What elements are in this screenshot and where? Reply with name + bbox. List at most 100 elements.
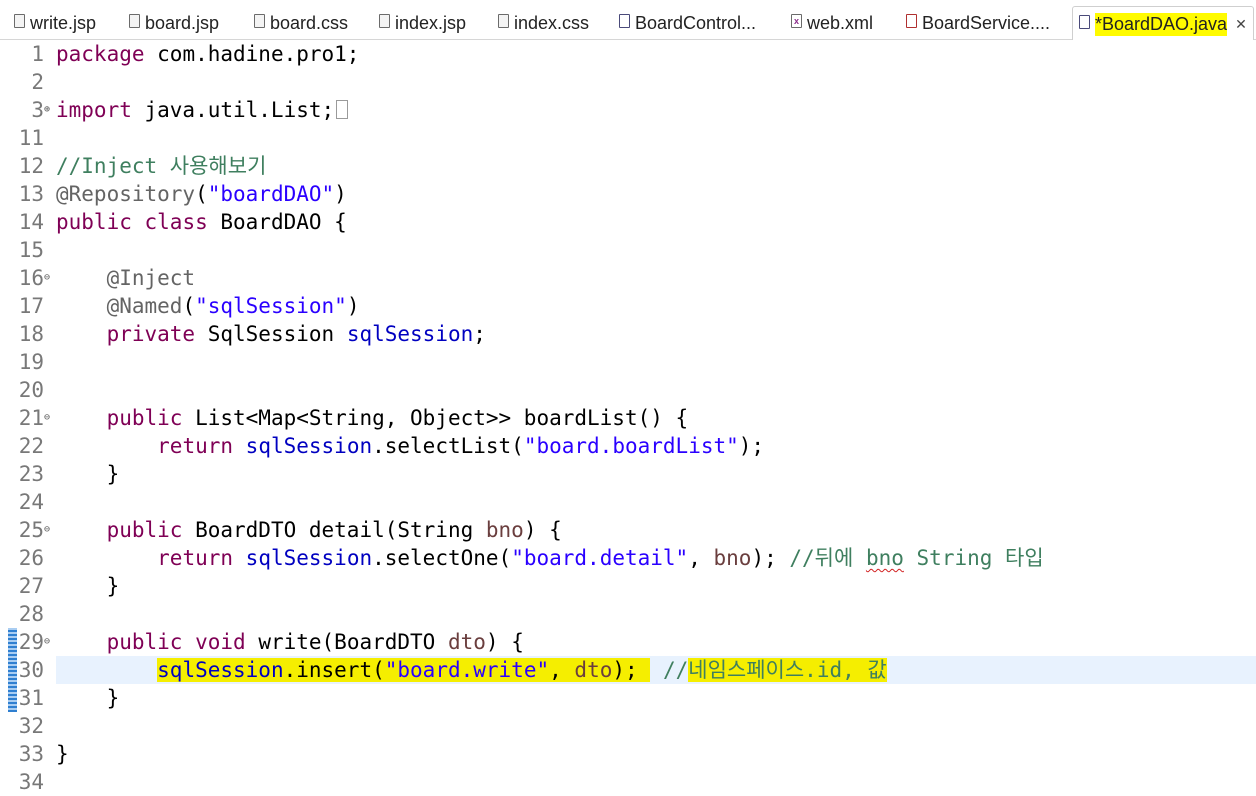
line-number: 33 xyxy=(18,742,44,766)
code-text[interactable]: import java.util.List; xyxy=(56,96,1256,124)
line-number: 23 xyxy=(18,462,44,486)
code-line[interactable]: 26 return sqlSession.selectOne("board.de… xyxy=(0,544,1256,572)
code-text[interactable] xyxy=(56,348,1256,376)
code-line[interactable]: 24 xyxy=(0,488,1256,516)
collapse-icon[interactable]: ⊖ xyxy=(44,404,54,432)
tab-board-controller[interactable]: BoardControl... xyxy=(619,8,756,38)
code-line[interactable]: 11 xyxy=(0,124,1256,152)
code-text[interactable]: } xyxy=(56,460,1256,488)
tab-label: BoardService.... xyxy=(922,12,1051,33)
code-line[interactable]: 15 xyxy=(0,236,1256,264)
code-text[interactable]: @Repository("boardDAO") xyxy=(56,180,1256,208)
line-number: 13 xyxy=(18,182,44,206)
code-line[interactable]: 1 package com.hadine.pro1; xyxy=(0,40,1256,68)
code-line[interactable]: 17 @Named("sqlSession") xyxy=(0,292,1256,320)
code-text[interactable] xyxy=(56,488,1256,516)
line-number: 29 xyxy=(18,630,44,654)
code-text[interactable]: package com.hadine.pro1; xyxy=(56,40,1256,68)
line-number: 30 xyxy=(18,658,44,682)
css-file-icon xyxy=(254,14,265,28)
expand-icon[interactable]: ⊕ xyxy=(44,96,54,124)
line-number: 34 xyxy=(18,770,44,794)
code-text[interactable]: public List<Map<String, Object>> boardLi… xyxy=(56,404,1256,432)
code-text[interactable] xyxy=(56,68,1256,96)
code-text[interactable]: return sqlSession.selectList("board.boar… xyxy=(56,432,1256,460)
code-text[interactable] xyxy=(56,376,1256,404)
code-text[interactable]: @Named("sqlSession") xyxy=(56,292,1256,320)
tab-label: board.css xyxy=(270,12,349,33)
line-number: 1 xyxy=(31,42,44,66)
code-text[interactable]: @Inject xyxy=(56,264,1256,292)
code-line[interactable]: 31 } xyxy=(0,684,1256,712)
line-number: 14 xyxy=(18,210,44,234)
code-text[interactable] xyxy=(56,236,1256,264)
line-number: 27 xyxy=(18,574,44,598)
jsp-file-icon xyxy=(129,14,140,28)
code-line[interactable]: 29 ⊖ public void write(BoardDTO dto) { xyxy=(0,628,1256,656)
code-line[interactable]: 21 ⊖ public List<Map<String, Object>> boa… xyxy=(0,404,1256,432)
code-line[interactable]: 3 ⊕ import java.util.List; xyxy=(0,96,1256,124)
code-line[interactable]: 2 xyxy=(0,68,1256,96)
java-file-icon xyxy=(619,14,630,28)
code-line[interactable]: 27 } xyxy=(0,572,1256,600)
code-line[interactable]: 13 @Repository("boardDAO") xyxy=(0,180,1256,208)
code-line[interactable]: 34 xyxy=(0,768,1256,796)
code-text[interactable] xyxy=(56,124,1256,152)
tab-label: index.jsp xyxy=(395,12,467,33)
code-editor[interactable]: 1 package com.hadine.pro1; 2 3 ⊕ import java.… xyxy=(0,40,1256,794)
tab-index-css[interactable]: index.css xyxy=(498,8,589,38)
folded-imports-icon[interactable] xyxy=(336,99,349,119)
code-line[interactable]: 28 xyxy=(0,600,1256,628)
tab-label: *BoardDAO.java xyxy=(1095,12,1228,36)
tab-board-service[interactable]: BoardService.... xyxy=(906,8,1050,38)
tab-web-xml[interactable]: x web.xml xyxy=(791,8,873,38)
code-text[interactable]: //Inject 사용해보기 xyxy=(56,152,1256,180)
code-text[interactable]: } xyxy=(56,740,1256,768)
code-text[interactable] xyxy=(56,600,1256,628)
tab-write-jsp[interactable]: write.jsp xyxy=(14,8,96,38)
line-number: 19 xyxy=(18,350,44,374)
code-text[interactable]: private SqlSession sqlSession; xyxy=(56,320,1256,348)
code-line[interactable]: 12 //Inject 사용해보기 xyxy=(0,152,1256,180)
collapse-icon[interactable]: ⊖ xyxy=(44,516,54,544)
line-number: 20 xyxy=(18,378,44,402)
code-text[interactable] xyxy=(56,712,1256,740)
code-text[interactable] xyxy=(56,768,1256,796)
line-number: 3 xyxy=(31,98,44,122)
code-text[interactable]: } xyxy=(56,572,1256,600)
code-line[interactable]: 14 public class BoardDAO { xyxy=(0,208,1256,236)
code-line[interactable]: 16 ⊖ @Inject xyxy=(0,264,1256,292)
tab-board-dao-java[interactable]: *BoardDAO.java ✕ xyxy=(1072,6,1254,41)
code-line[interactable]: 30 sqlSession.insert("board.write", dto)… xyxy=(0,656,1256,684)
code-line[interactable]: 33} xyxy=(0,740,1256,768)
tab-label: board.jsp xyxy=(145,12,220,33)
line-number: 11 xyxy=(18,126,44,150)
tab-index-jsp[interactable]: index.jsp xyxy=(379,8,466,38)
line-number: 17 xyxy=(18,294,44,318)
code-line[interactable]: 22 return sqlSession.selectList("board.b… xyxy=(0,432,1256,460)
code-line[interactable]: 19 xyxy=(0,348,1256,376)
java-file-icon xyxy=(906,14,917,28)
close-icon[interactable]: ✕ xyxy=(1235,16,1247,33)
code-line[interactable]: 23 } xyxy=(0,460,1256,488)
code-line[interactable]: 32 xyxy=(0,712,1256,740)
line-number: 21 xyxy=(18,406,44,430)
line-number: 15 xyxy=(18,238,44,262)
jsp-file-icon xyxy=(379,14,390,28)
code-line[interactable]: 20 xyxy=(0,376,1256,404)
code-text[interactable]: public void write(BoardDTO dto) { xyxy=(56,628,1256,656)
code-text[interactable]: public class BoardDAO { xyxy=(56,208,1256,236)
line-number: 22 xyxy=(18,434,44,458)
collapse-icon[interactable]: ⊖ xyxy=(44,264,54,292)
code-line[interactable]: 18 private SqlSession sqlSession; xyxy=(0,320,1256,348)
code-text[interactable]: return sqlSession.selectOne("board.detai… xyxy=(56,544,1256,572)
line-number: 12 xyxy=(18,154,44,178)
collapse-icon[interactable]: ⊖ xyxy=(44,628,54,656)
code-line[interactable]: 25 ⊖ public BoardDTO detail(String bno) { xyxy=(0,516,1256,544)
code-text[interactable]: public BoardDTO detail(String bno) { xyxy=(56,516,1256,544)
tab-board-jsp[interactable]: board.jsp xyxy=(129,8,219,38)
css-file-icon xyxy=(498,14,509,28)
tab-board-css[interactable]: board.css xyxy=(254,8,348,38)
code-text[interactable]: sqlSession.insert("board.write", dto); /… xyxy=(56,656,1256,684)
code-text[interactable]: } xyxy=(56,684,1256,712)
